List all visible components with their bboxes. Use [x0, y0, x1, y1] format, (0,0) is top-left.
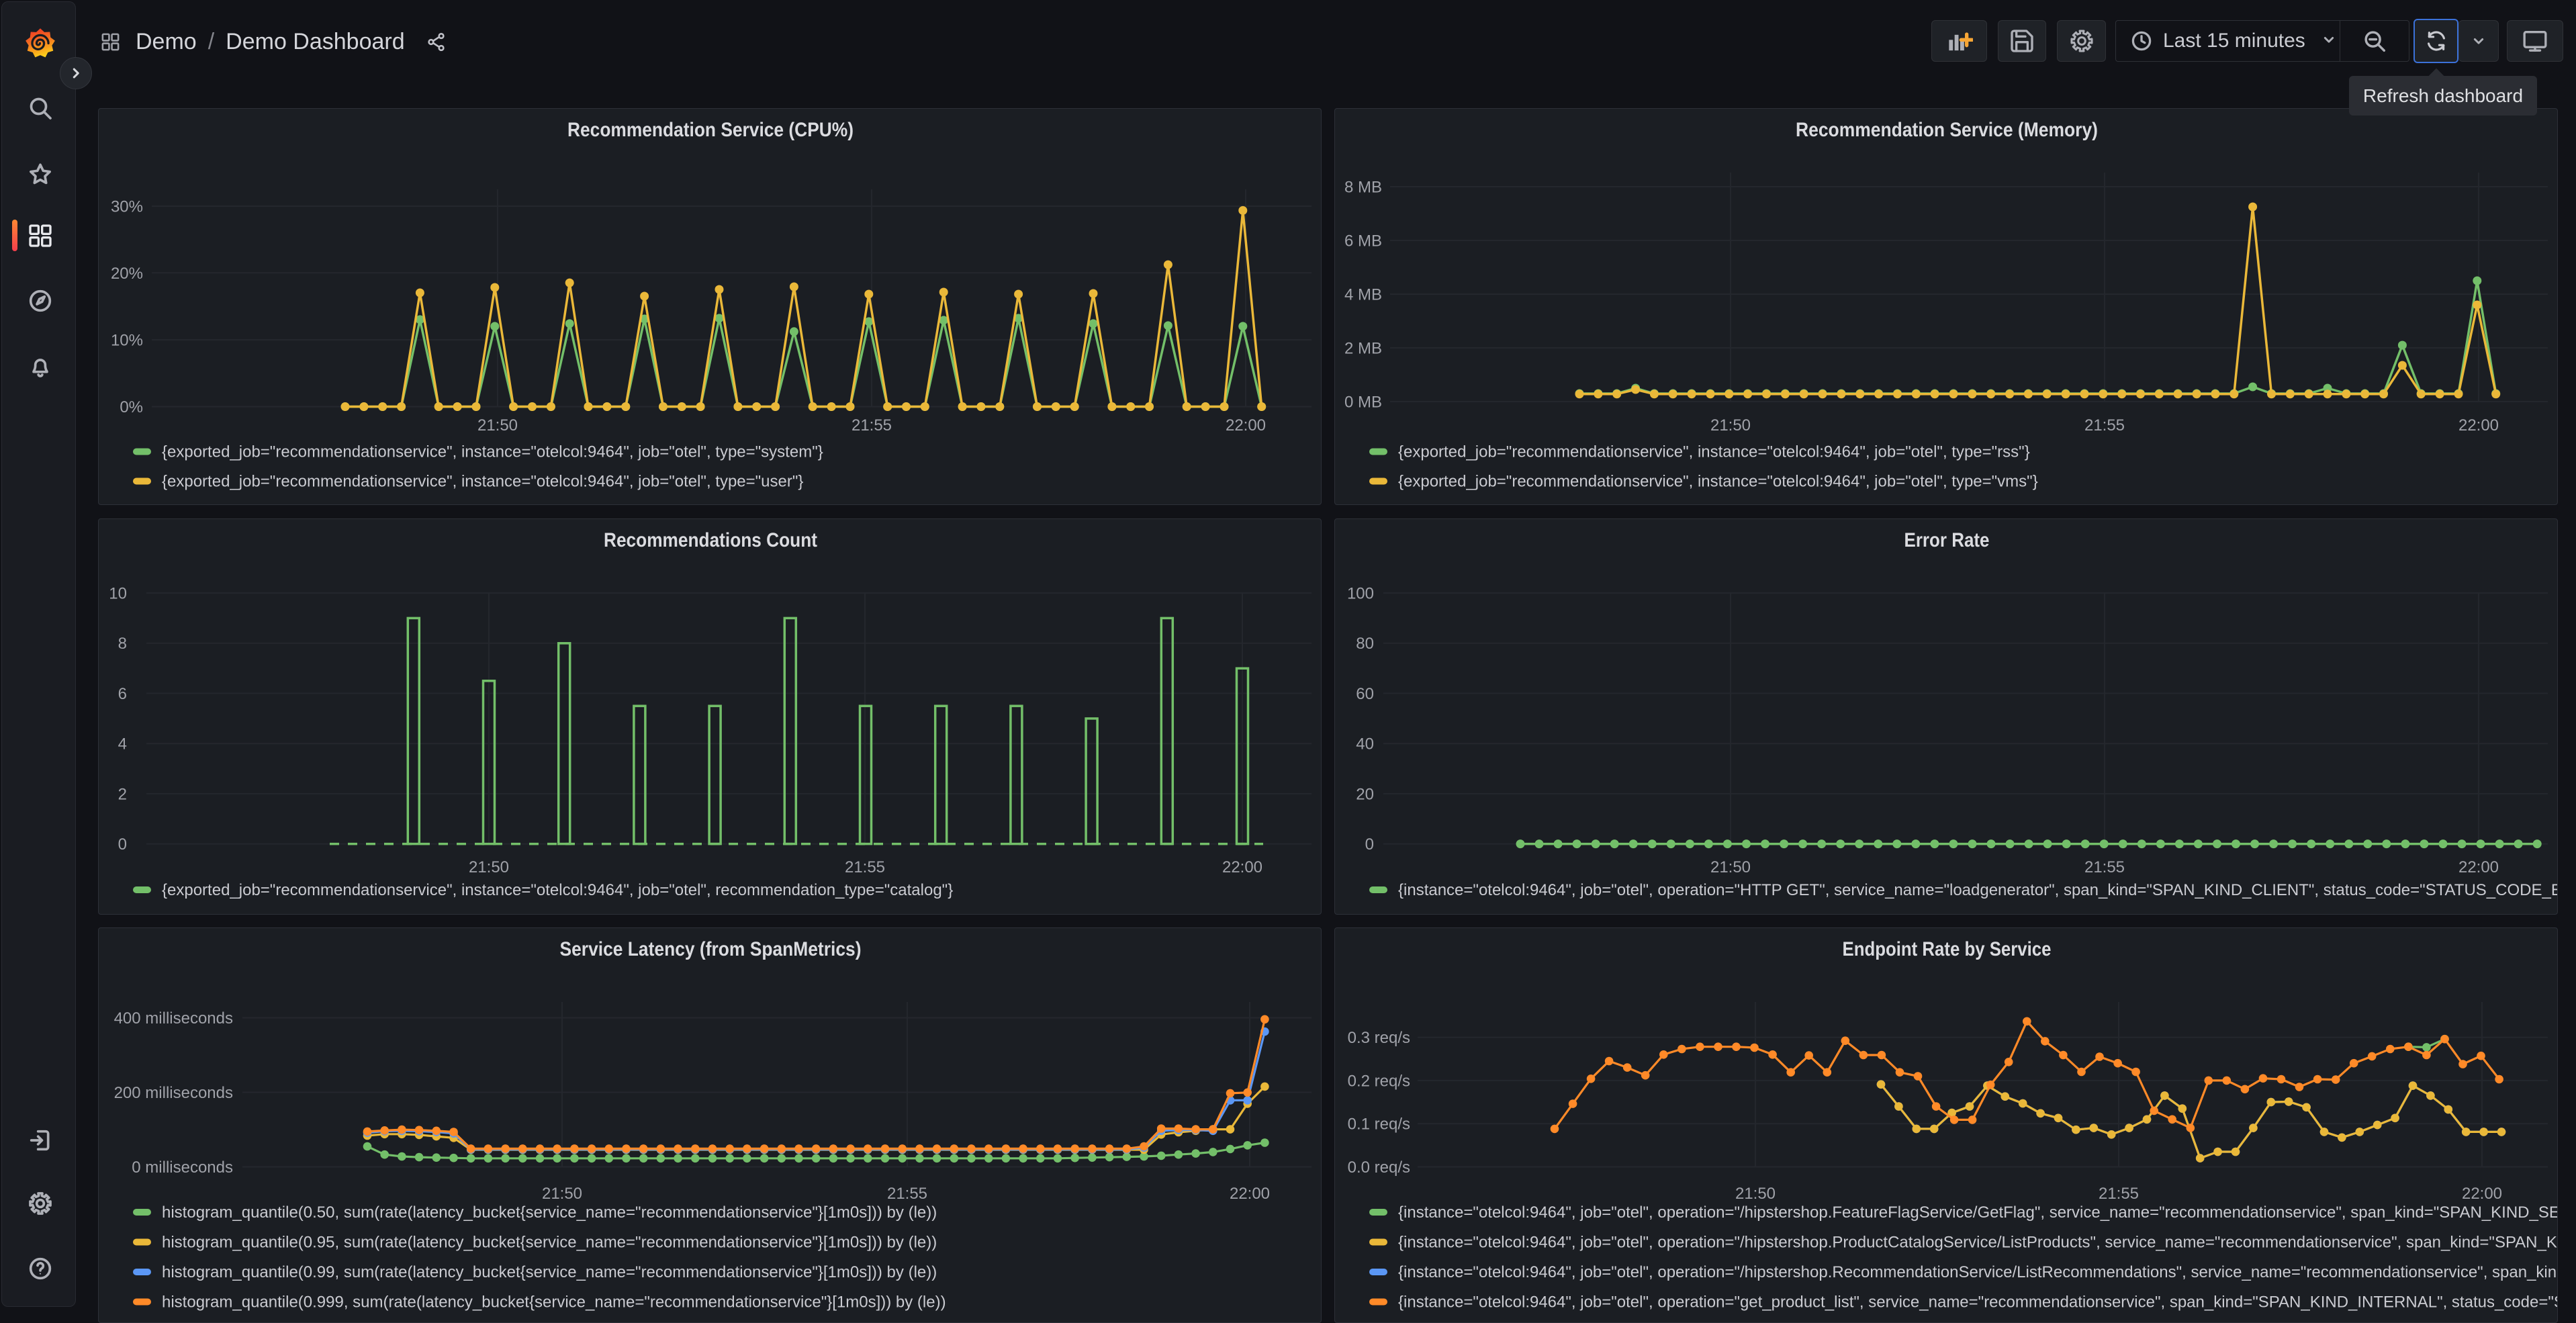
svg-text:0 MB: 0 MB [1344, 394, 1382, 412]
svg-text:6: 6 [118, 685, 127, 703]
svg-text:21:50: 21:50 [477, 416, 518, 435]
svg-text:22:00: 22:00 [2458, 416, 2499, 435]
svg-text:10%: 10% [111, 332, 143, 350]
svg-text:2: 2 [118, 785, 127, 803]
svg-text:21:50: 21:50 [1710, 416, 1751, 435]
svg-text:21:50: 21:50 [1735, 1185, 1776, 1203]
svg-text:0%: 0% [120, 398, 143, 416]
svg-text:21:55: 21:55 [887, 1185, 927, 1203]
svg-text:Recommendation Service (CPU%): Recommendation Service (CPU%) [567, 119, 854, 141]
svg-text:21:55: 21:55 [852, 416, 892, 435]
svg-text:20%: 20% [111, 265, 143, 283]
svg-text:80: 80 [1356, 635, 1374, 653]
svg-text:21:55: 21:55 [2099, 1185, 2139, 1203]
svg-text:{instance="otelcol:9464", job=: {instance="otelcol:9464", job="otel", op… [1398, 1263, 2558, 1281]
svg-text:200 milliseconds: 200 milliseconds [114, 1084, 233, 1102]
svg-text:histogram_quantile(0.50, sum(r: histogram_quantile(0.50, sum(rate(latenc… [162, 1203, 937, 1222]
svg-text:{instance="otelcol:9464", job=: {instance="otelcol:9464", job="otel", op… [1398, 881, 2558, 899]
svg-text:100: 100 [1347, 585, 1374, 603]
svg-text:{instance="otelcol:9464", job=: {instance="otelcol:9464", job="otel", op… [1398, 1203, 2558, 1222]
svg-text:22:00: 22:00 [2458, 858, 2499, 876]
svg-text:0 milliseconds: 0 milliseconds [132, 1158, 233, 1177]
svg-text:0.1 req/s: 0.1 req/s [1348, 1115, 1410, 1134]
svg-text:Service Latency (from SpanMetr: Service Latency (from SpanMetrics) [560, 938, 862, 960]
svg-text:22:00: 22:00 [1226, 416, 1266, 435]
svg-text:0: 0 [118, 835, 127, 854]
svg-text:{exported_job="recommendations: {exported_job="recommendationservice", i… [162, 443, 823, 461]
svg-text:{instance="otelcol:9464", job=: {instance="otelcol:9464", job="otel", op… [1398, 1293, 2558, 1312]
svg-text:{exported_job="recommendations: {exported_job="recommendationservice", i… [162, 473, 803, 491]
svg-text:Recommendation Service (Memory: Recommendation Service (Memory) [1796, 119, 2098, 141]
svg-text:8 MB: 8 MB [1344, 179, 1382, 197]
svg-text:22:00: 22:00 [1222, 858, 1262, 876]
svg-text:10: 10 [109, 585, 127, 603]
svg-text:histogram_quantile(0.999, sum(: histogram_quantile(0.999, sum(rate(laten… [162, 1293, 946, 1312]
svg-text:6 MB: 6 MB [1344, 232, 1382, 250]
svg-text:{exported_job="recommendations: {exported_job="recommendationservice", i… [1398, 443, 2030, 461]
svg-text:histogram_quantile(0.95, sum(r: histogram_quantile(0.95, sum(rate(latenc… [162, 1234, 937, 1252]
svg-text:histogram_quantile(0.99, sum(r: histogram_quantile(0.99, sum(rate(latenc… [162, 1263, 937, 1281]
svg-text:0.3 req/s: 0.3 req/s [1348, 1029, 1410, 1047]
svg-text:40: 40 [1356, 735, 1374, 754]
svg-text:8: 8 [118, 635, 127, 653]
svg-text:4: 4 [118, 735, 127, 754]
svg-text:4 MB: 4 MB [1344, 286, 1382, 304]
svg-text:21:55: 21:55 [2084, 858, 2125, 876]
svg-text:Error Rate: Error Rate [1904, 529, 1990, 551]
svg-text:0: 0 [1365, 835, 1374, 854]
svg-text:21:50: 21:50 [542, 1185, 582, 1203]
svg-text:{instance="otelcol:9464", job=: {instance="otelcol:9464", job="otel", op… [1398, 1234, 2558, 1252]
svg-text:30%: 30% [111, 198, 143, 216]
svg-text:{exported_job="recommendations: {exported_job="recommendationservice", i… [1398, 473, 2038, 491]
svg-text:21:55: 21:55 [845, 858, 885, 876]
svg-text:60: 60 [1356, 685, 1374, 703]
svg-text:22:00: 22:00 [1230, 1185, 1270, 1203]
svg-text:Endpoint Rate by Service: Endpoint Rate by Service [1843, 938, 2052, 960]
svg-text:Recommendations Count: Recommendations Count [604, 529, 817, 551]
svg-text:0.2 req/s: 0.2 req/s [1348, 1072, 1410, 1090]
svg-text:21:55: 21:55 [2084, 416, 2125, 435]
svg-text:21:50: 21:50 [1710, 858, 1751, 876]
svg-text:{exported_job="recommendations: {exported_job="recommendationservice", i… [162, 881, 953, 899]
svg-text:2 MB: 2 MB [1344, 340, 1382, 358]
svg-text:20: 20 [1356, 785, 1374, 803]
svg-text:22:00: 22:00 [2462, 1185, 2502, 1203]
svg-text:21:50: 21:50 [469, 858, 509, 876]
svg-text:0.0 req/s: 0.0 req/s [1348, 1158, 1410, 1177]
svg-text:400 milliseconds: 400 milliseconds [114, 1009, 233, 1028]
